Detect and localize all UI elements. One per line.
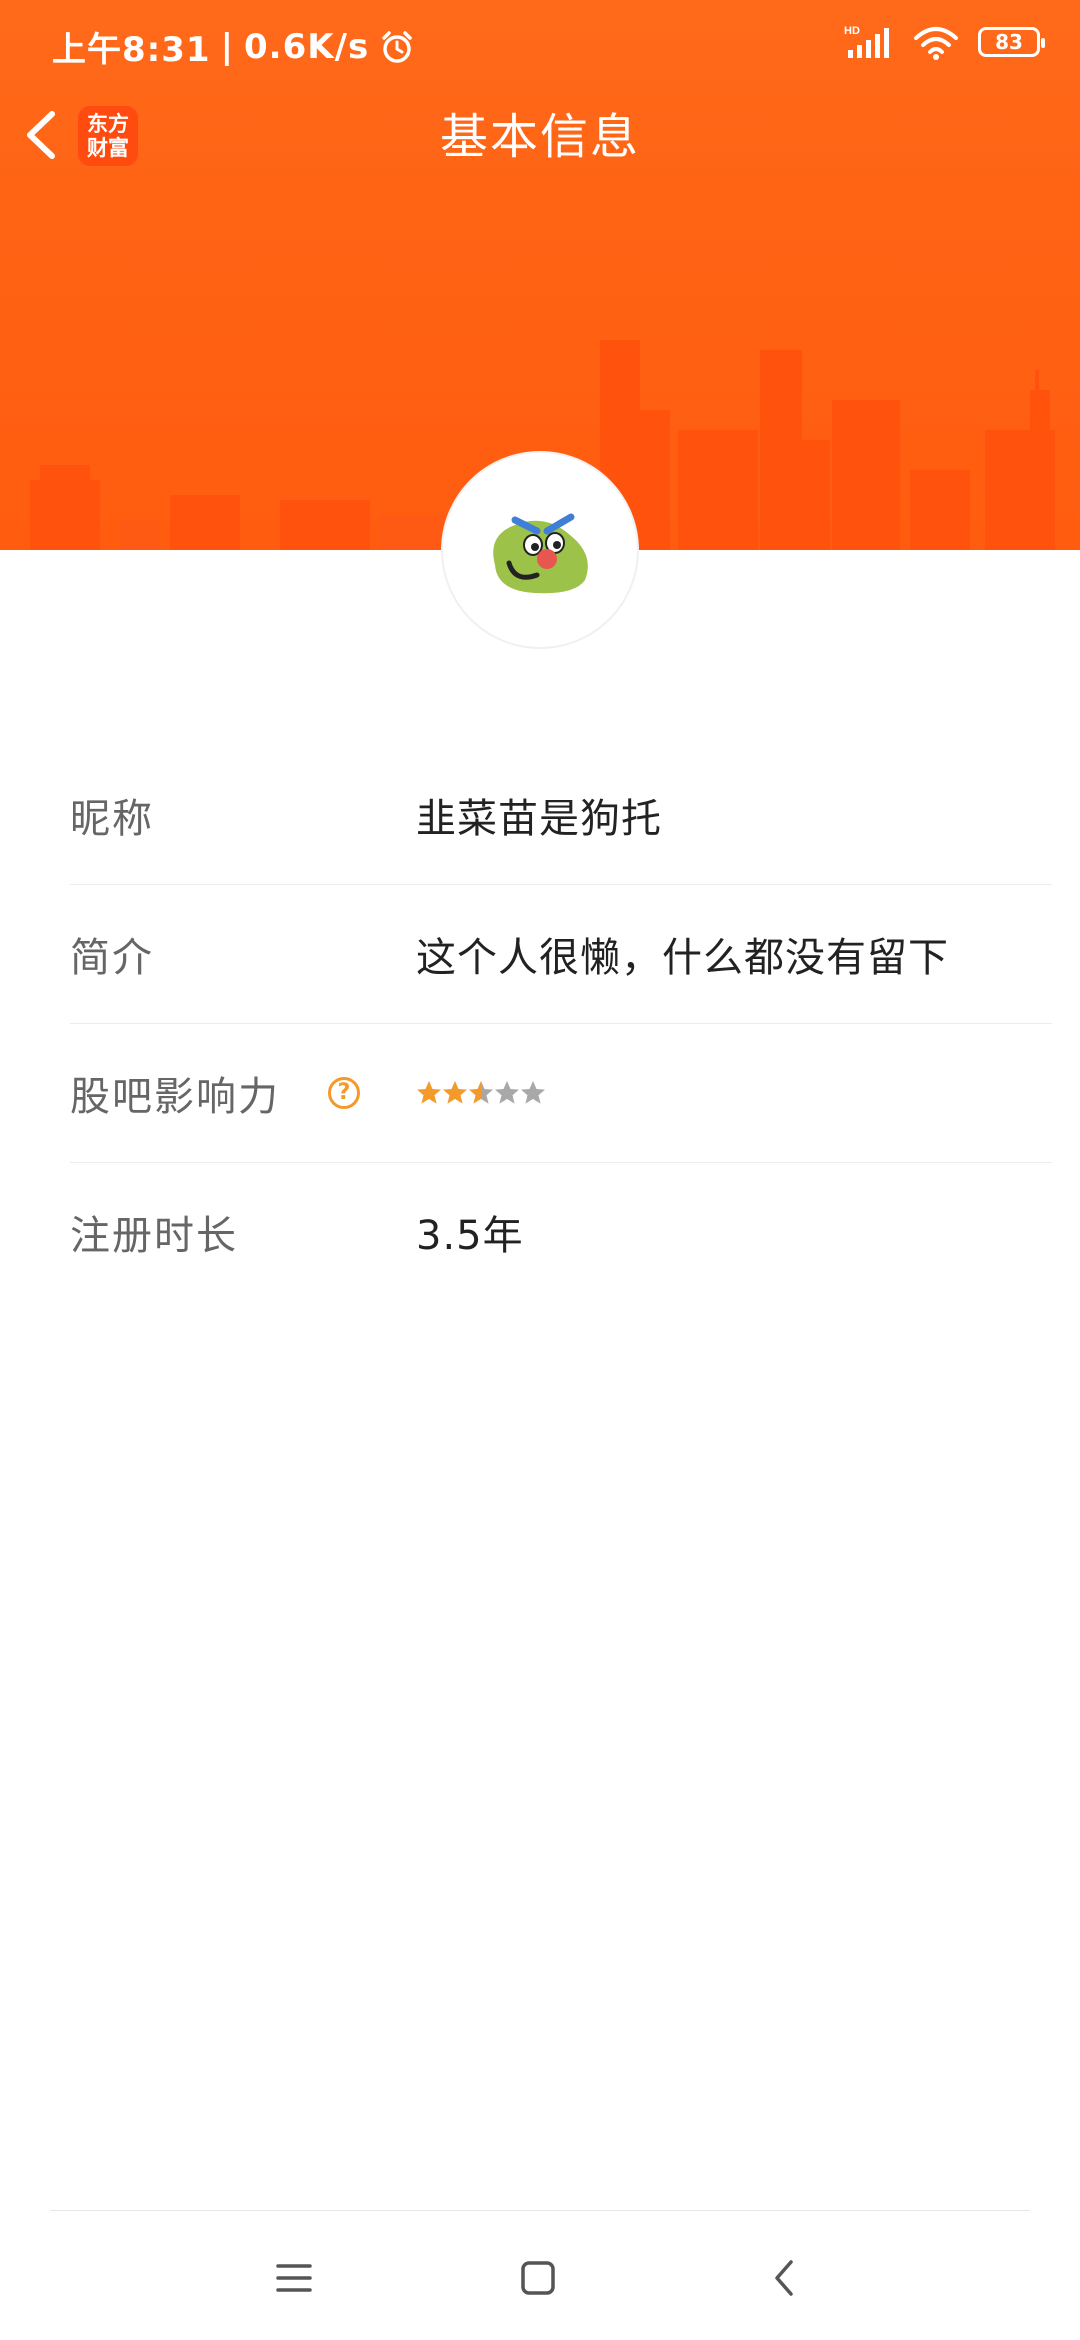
star-icon [495,1081,519,1104]
profile-info-page: 上午8:31 | 0.6K/s HD 83 东方 财富 基本信息 昵称 韭菜苗是… [0,0,1080,2340]
info-row-registration: 注册时长 3.5年 [70,1163,1052,1301]
home-button[interactable] [508,2252,568,2304]
wifi-icon [914,27,958,60]
info-row-influence: 股吧影响力 ? [70,1024,1052,1163]
avatar-image [493,513,588,594]
avatar[interactable] [443,453,637,647]
info-row-bio: 简介 这个人很懒，什么都没有留下 [70,885,1052,1024]
menu-icon [276,2264,312,2292]
status-left: 上午8:31 | 0.6K/s [52,22,415,71]
system-back-button[interactable] [754,2252,814,2304]
question-icon[interactable]: ? [328,1077,360,1109]
back-arrow-icon [775,2260,793,2296]
home-square-icon [521,2261,555,2295]
battery-indicator: 83 [978,27,1045,57]
bottom-divider [50,2210,1030,2211]
influence-rating [416,1080,546,1106]
status-separator: | [220,26,234,67]
registration-value: 3.5年 [416,1213,524,1259]
status-time: 上午8:31 [52,30,211,70]
page-title: 基本信息 [439,109,640,165]
star-icon [521,1081,545,1104]
bio-value: 这个人很懒，什么都没有留下 [416,935,949,981]
status-right: HD 83 [844,24,1045,60]
network-type-label: HD [844,25,860,37]
status-network-speed: 0.6K/s [244,26,370,67]
star-icon [443,1081,467,1104]
influence-label: 股吧影响力 [70,1074,280,1120]
info-row-nickname: 昵称 韭菜苗是狗托 [70,746,1052,885]
nickname-label: 昵称 [70,796,154,842]
signal-icon: HD [844,25,889,58]
star-icon [469,1081,493,1104]
bio-label: 简介 [70,935,154,981]
menu-button[interactable] [264,2252,324,2304]
alarm-icon [382,30,412,63]
battery-level: 83 [995,30,1023,54]
system-nav-bar [0,2212,1080,2340]
profile-info-list: 昵称 韭菜苗是狗托 简介 这个人很懒，什么都没有留下 股吧影响力 ? 注册时长 … [70,746,1052,1301]
status-bar: 上午8:31 | 0.6K/s HD 83 [0,0,1080,96]
nickname-value: 韭菜苗是狗托 [416,796,662,842]
registration-label: 注册时长 [70,1213,238,1259]
star-icon [417,1081,441,1104]
